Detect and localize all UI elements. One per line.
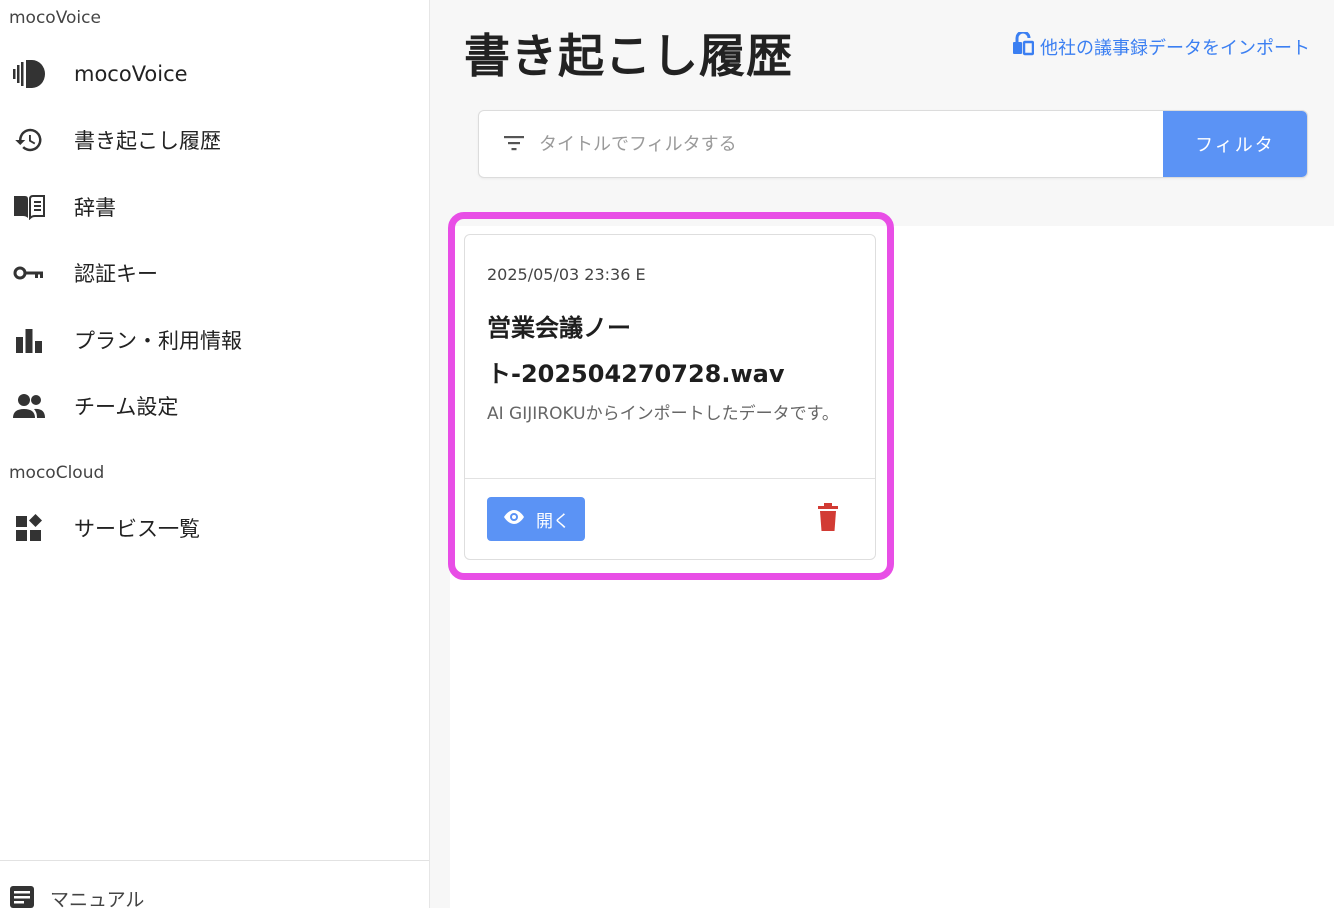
card-description: AI GIJIROKUからインポートしたデータです。 xyxy=(487,404,839,424)
lock-open-icon xyxy=(1012,30,1035,61)
filter-bar: フィルタ xyxy=(478,110,1308,178)
manual-label: マニュアル xyxy=(50,889,145,908)
sidebar-item-label: mocoVoice xyxy=(74,62,188,86)
article-icon xyxy=(10,885,34,908)
sidebar-item-label: プラン・利用情報 xyxy=(74,329,242,353)
sidebar-item-dictionary[interactable]: 辞書 xyxy=(0,179,429,235)
sidebar-item-history[interactable]: 書き起こし履歴 xyxy=(0,112,429,168)
wave-logo-icon xyxy=(12,57,46,91)
people-icon xyxy=(12,389,46,423)
sidebar-item-label: サービス一覧 xyxy=(74,517,200,541)
open-button[interactable]: 開く xyxy=(487,497,585,541)
import-link-label: 他社の議事録データをインポート xyxy=(1040,37,1310,59)
sidebar-item-plan[interactable]: プラン・利用情報 xyxy=(0,312,429,368)
card-date: 2025/05/03 23:36 E xyxy=(487,265,646,284)
delete-button[interactable] xyxy=(813,503,843,535)
section-label-mocovoice: mocoVoice xyxy=(9,8,101,28)
section-label-mococloud: mocoCloud xyxy=(9,463,105,483)
sidebar-footer: マニュアル xyxy=(0,860,429,908)
card-divider xyxy=(465,478,875,479)
import-link[interactable]: 他社の議事録データをインポート xyxy=(1012,30,1310,61)
trash-icon xyxy=(817,503,839,535)
transcript-card: 2025/05/03 23:36 E 営業会議ノート-202504270728.… xyxy=(464,234,876,560)
page-title: 書き起こし履歴 xyxy=(464,29,793,83)
sidebar-item-label: 認証キー xyxy=(74,262,158,286)
main-content: 書き起こし履歴 他社の議事録データをインポート フィルタ 2025/05/03 … xyxy=(430,0,1334,908)
key-icon xyxy=(12,256,46,290)
widgets-icon xyxy=(12,511,46,545)
sidebar-item-mocovoice[interactable]: mocoVoice xyxy=(0,46,429,102)
bar-chart-icon xyxy=(12,323,46,357)
open-button-label: 開く xyxy=(536,511,570,532)
sidebar-item-label: チーム設定 xyxy=(74,395,179,419)
sidebar-item-auth-key[interactable]: 認証キー xyxy=(0,245,429,301)
eye-icon xyxy=(502,509,526,530)
filter-button[interactable]: フィルタ xyxy=(1163,111,1307,177)
filter-list-icon xyxy=(503,133,525,157)
history-icon xyxy=(12,123,46,157)
manual-link[interactable]: マニュアル xyxy=(10,885,144,908)
card-title: 営業会議ノート-202504270728.wav xyxy=(487,314,785,388)
title-filter-input[interactable] xyxy=(539,111,1159,177)
book-icon xyxy=(12,190,46,224)
sidebar-item-team[interactable]: チーム設定 xyxy=(0,378,429,434)
sidebar-item-label: 書き起こし履歴 xyxy=(74,129,221,153)
sidebar: mocoVoice mocoVoice 書き起こし履歴 辞書 認証キー プラン・… xyxy=(0,0,430,908)
sidebar-item-label: 辞書 xyxy=(74,196,116,220)
sidebar-item-services[interactable]: サービス一覧 xyxy=(0,500,429,556)
